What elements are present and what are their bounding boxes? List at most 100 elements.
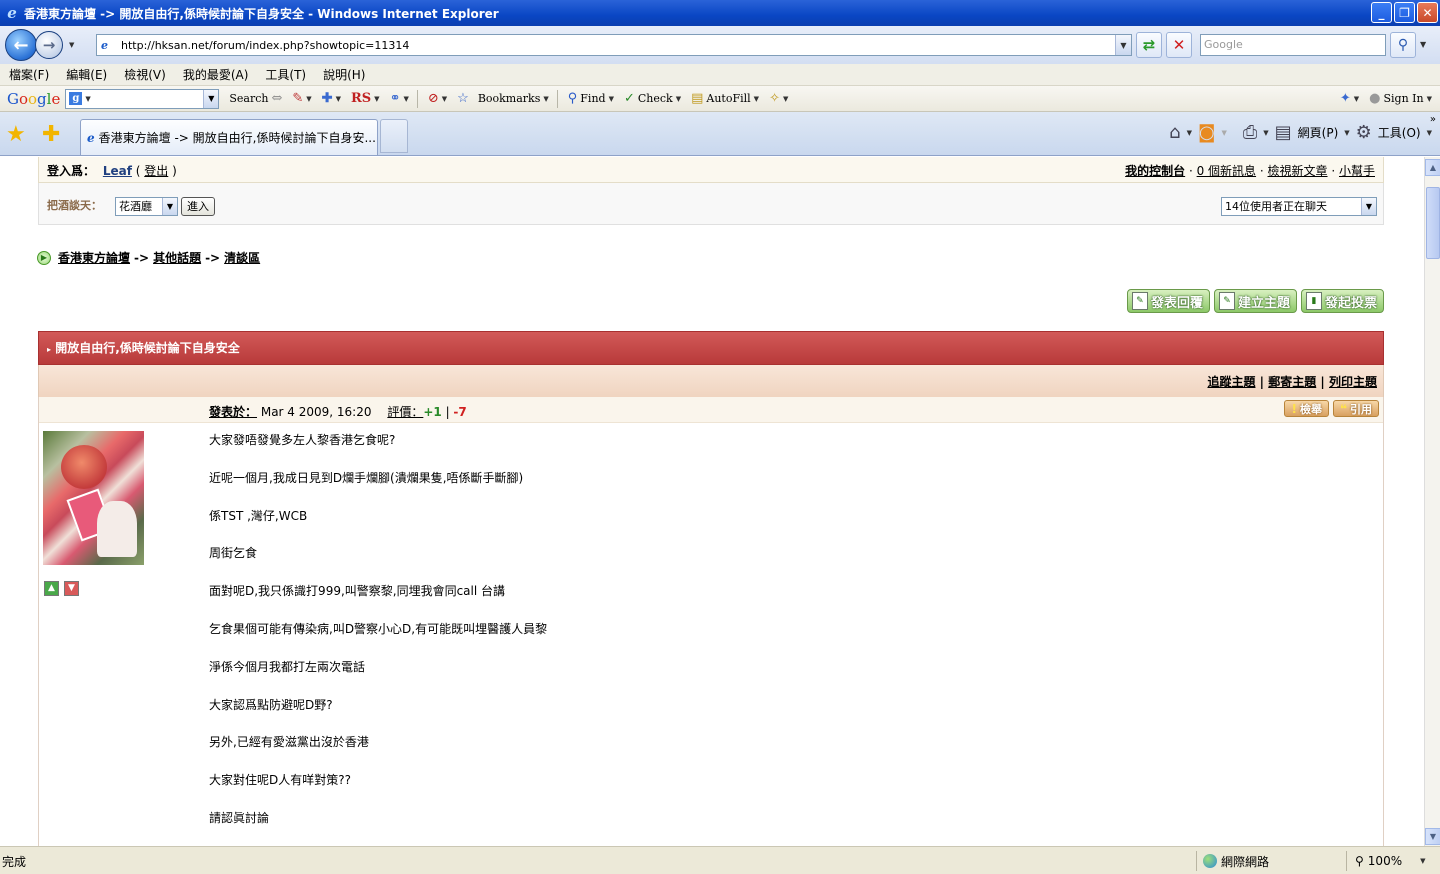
topic-actions: ✎ 發表回覆 ✎ 建立主題 ▮ 發起投票 [1126,289,1384,313]
google-share-button[interactable]: ⚭ ▼ [390,91,409,106]
magic-wand-button[interactable]: ✧ ▼ [769,91,788,106]
scroll-down-icon[interactable]: ▼ [1425,828,1440,845]
forward-button[interactable]: → [35,31,63,59]
tools-menu-button[interactable]: 工具(O) [1378,124,1421,141]
favorites-star-icon[interactable]: ★ [6,122,26,147]
post-line: 大家發唔發覺多左人黎香港乞食呢? [209,433,396,447]
google-news-button[interactable]: ✎ ▼ [292,91,311,106]
address-field[interactable]: e http://hksan.net/forum/index.php?showt… [96,34,1132,56]
security-zone[interactable]: 網際網路 [1196,851,1269,871]
post-line: 另外,已經有愛滋黨出沒於香港 [209,735,369,750]
post: 發表於： Mar 4 2009, 16:20 評價：+1 | -7 ! 檢舉 ❝ 引… [38,397,1384,846]
email-topic-link[interactable]: 郵寄主題 [1268,375,1316,389]
report-button[interactable]: ! 檢舉 [1284,400,1329,417]
new-tab-button[interactable] [380,119,408,153]
stop-button[interactable]: ✕ [1166,32,1192,58]
tab-current[interactable]: e 香港東方論壇 -> 開放自由行,係時候討論下自身安... [80,119,378,155]
chat-bar: 把酒談天： 花酒廳 ▼ 14位使用者正在聊天 ▼ [38,183,1384,225]
search-dropdown-icon[interactable]: ▼ [1420,40,1426,49]
breadcrumb: ▶ 香港東方論壇 -> 其他話題 -> 清談區 [37,249,260,266]
new-posts-link[interactable]: 檢視新文章 [1268,164,1328,178]
page-menu-icon[interactable]: ▤ [1275,122,1292,143]
post-header: 發表於： Mar 4 2009, 16:20 評價：+1 | -7 ! 檢舉 ❝ 引… [39,397,1383,423]
breadcrumb-category[interactable]: 其他話題 [153,249,201,266]
new-topic-button[interactable]: ✎ 建立主題 [1213,289,1297,313]
scroll-thumb[interactable] [1426,187,1440,259]
track-topic-link[interactable]: 追蹤主題 [1207,375,1255,389]
chevron-icon[interactable]: » [1430,114,1436,125]
print-topic-link[interactable]: 列印主題 [1329,375,1377,389]
globe-icon [1203,854,1217,868]
vote-up-icon[interactable]: ▲ [44,581,59,596]
tab-page-icon: e [87,130,95,145]
vertical-scrollbar[interactable]: ▲ ▼ [1424,157,1440,846]
menu-help[interactable]: 說明(H) [314,66,373,83]
minimize-button[interactable]: _ [1371,2,1392,23]
search-icon[interactable]: ⚲ [1390,32,1416,58]
sign-in-button[interactable]: ● Sign In ▼ [1369,91,1432,106]
menu-view[interactable]: 檢視(V) [115,66,174,83]
bookmarks-button[interactable]: ☆ Bookmarks ▼ [457,91,549,106]
google-search-dropdown-icon[interactable]: ▼ [203,89,219,108]
tab-bar: ★ ✚ e 香港東方論壇 -> 開放自由行,係時候討論下自身安... ⌂ ▼ ◙ ▼… [0,112,1440,156]
history-dropdown-icon[interactable]: ▼ [69,41,74,49]
vote-down-icon[interactable]: ▼ [64,581,79,596]
google-block-button[interactable]: ⊘ ▼ [428,91,447,106]
gear-icon[interactable]: ⚙ [1356,122,1372,143]
control-panel-link[interactable]: 我的控制台 [1125,164,1185,178]
topic-tools: 追蹤主題 | 郵寄主題 | 列印主題 [38,365,1384,397]
reply-button[interactable]: ✎ 發表回覆 [1126,289,1210,313]
new-poll-button[interactable]: ▮ 發起投票 [1300,289,1384,313]
find-button[interactable]: ⚲ Find ▼ [568,91,614,106]
spell-check-button[interactable]: ✓ Check ▼ [624,91,681,106]
window-title-bar: e 香港東方論壇 -> 開放自由行,係時候討論下自身安全 - Windows I… [0,0,1440,26]
scroll-up-icon[interactable]: ▲ [1425,159,1440,176]
restore-button[interactable]: ❐ [1394,2,1415,23]
url-text: http://hksan.net/forum/index.php?showtop… [121,38,410,52]
refresh-button[interactable]: ⇄ [1136,32,1162,58]
address-dropdown-icon[interactable]: ▼ [1115,35,1131,55]
menu-edit[interactable]: 編輯(E) [57,66,115,83]
google-rs-button[interactable]: RS ▼ [351,91,380,106]
back-button[interactable]: ← [5,29,37,61]
menu-file[interactable]: 檔案(F) [0,66,57,83]
home-icon[interactable]: ⌂ [1169,122,1180,143]
status-text: 完成 [2,855,27,869]
chat-room-select[interactable]: 花酒廳 ▼ [115,197,178,216]
breadcrumb-board[interactable]: 清談區 [224,249,260,266]
rating-label[interactable]: 評價： [387,405,423,419]
print-icon[interactable]: ⎙ [1243,122,1257,143]
page-menu-button[interactable]: 網頁(P) [1298,124,1339,141]
post-line: 請認眞討論 [209,810,270,825]
search-input[interactable]: Google [1200,34,1386,56]
post-date: Mar 4 2009, 16:20 [260,405,372,419]
ie-logo-icon: e [7,4,17,22]
posted-label: 發表於： [209,405,258,419]
google-settings-button[interactable]: ✦ ▼ [1340,91,1359,106]
online-users-select[interactable]: 14位使用者正在聊天 ▼ [1221,197,1377,216]
username-link[interactable]: Leaf [103,164,132,178]
google-toolbar: Google g ▼ ▼ Search ⇔ ✎ ▼ ✚ ▼ RS ▼ ⚭ ▼ ⊘ ▼ ☆ Boo… [0,86,1440,112]
feeds-icon[interactable]: ◙ [1198,122,1215,143]
add-favorite-icon[interactable]: ✚ [42,122,60,147]
quote-button[interactable]: ❝ 引用 [1332,400,1379,417]
helper-link[interactable]: 小幫手 [1339,164,1375,178]
avatar [43,431,144,565]
menu-tools[interactable]: 工具(T) [256,66,314,83]
chat-label: 把酒談天： [47,199,102,212]
zoom-control[interactable]: ⚲ 100% ▼ [1346,851,1426,871]
google-search-box[interactable]: g ▼ ▼ [65,88,220,109]
google-search-button[interactable]: Search ⇔ [229,91,282,106]
google-plus-button[interactable]: ✚ ▼ [322,91,341,106]
enter-chat-button[interactable]: 進入 [181,197,215,216]
reply-icon: ✎ [1131,292,1148,310]
autofill-button[interactable]: ▤ AutoFill ▼ [691,91,759,106]
menu-favorites[interactable]: 我的最愛(A) [174,66,257,83]
close-window-button[interactable]: ✕ [1417,2,1438,23]
logout-link[interactable]: 登出 [144,164,168,178]
post-body: 大家發唔發覺多左人黎香港乞食呢? 近呢一個月,我成日見到D爛手爛腳(潰爛果隻,唔… [209,433,547,846]
messages-link[interactable]: 0 個新訊息 [1197,164,1256,178]
google-logo[interactable]: Google [7,90,60,108]
breadcrumb-forum[interactable]: 香港東方論壇 [58,249,130,266]
post-line: 大家認爲點防避呢D野? [209,697,333,712]
